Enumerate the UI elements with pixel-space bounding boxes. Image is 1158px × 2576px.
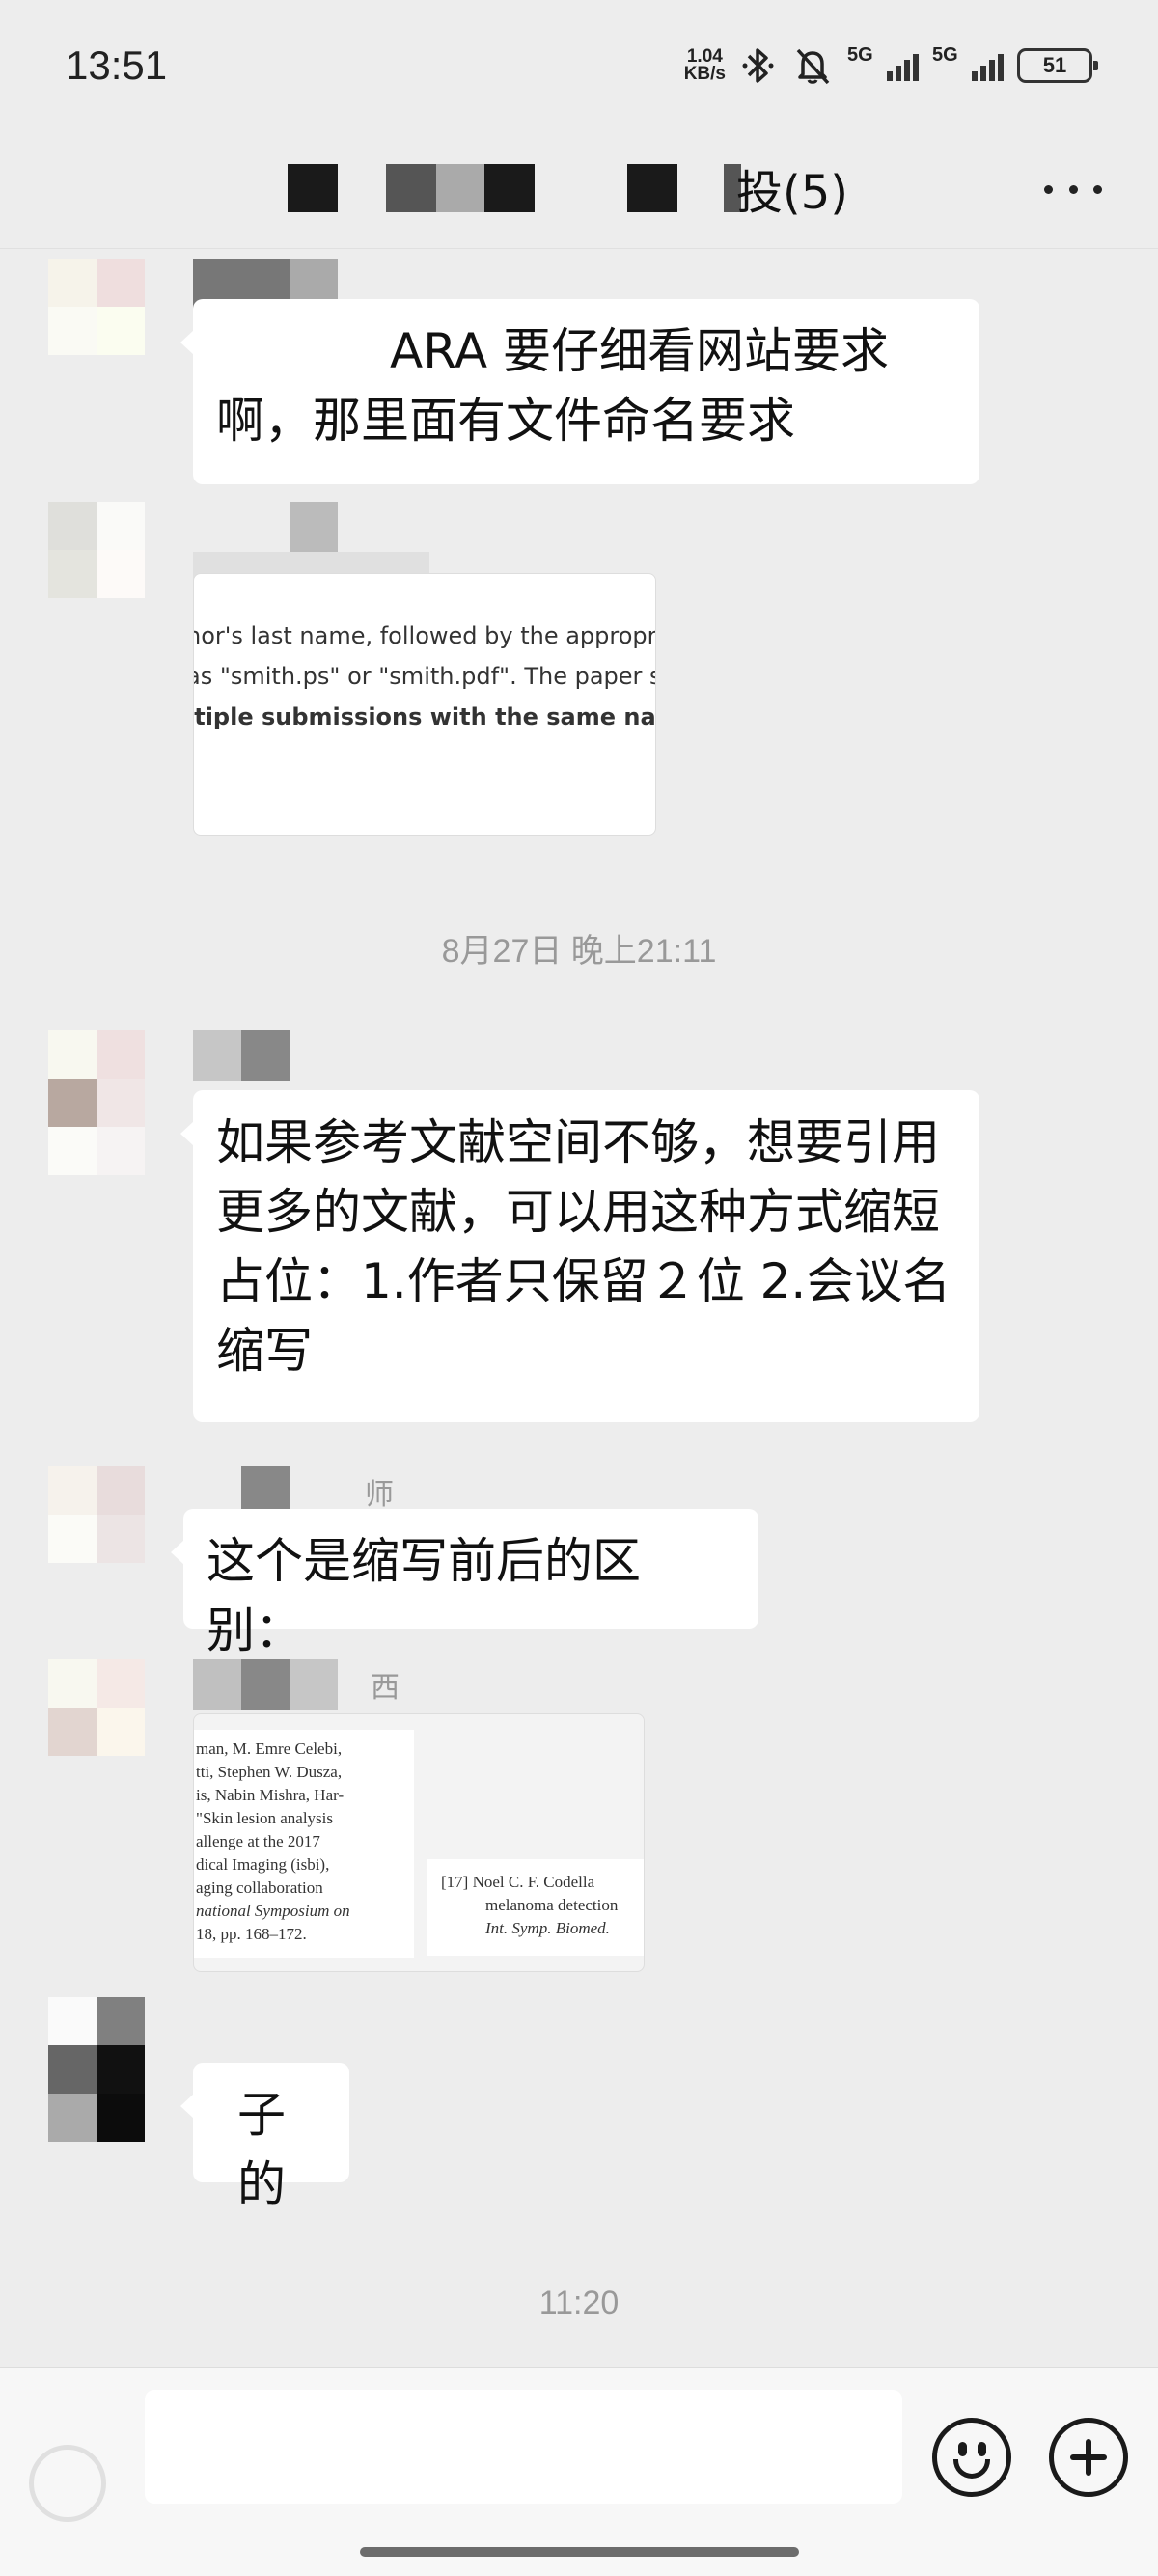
image-text-line: hor's last name, followed by the appropr — [193, 622, 656, 649]
message-text-line: 如果参考文献空间不够，想要引用 — [216, 1114, 940, 1170]
image-text-line: ltiple submissions with the same name — [193, 703, 656, 730]
battery-icon: 51 — [1017, 48, 1098, 83]
more-dots-icon — [1044, 184, 1053, 194]
status-bar: 13:51 1.04 KB/s 5G 5G 51 — [0, 0, 1158, 135]
avatar[interactable] — [48, 1997, 145, 2142]
message-bubble[interactable]: ARA 要仔细看网站要求 啊，那里面有文件命名要求 — [180, 299, 979, 484]
avatar[interactable] — [48, 1659, 145, 1756]
sender-name-suffix: 西 — [371, 1671, 400, 1705]
avatar[interactable] — [48, 1030, 145, 1175]
message-bubble[interactable]: 如果参考文献空间不够，想要引用 更多的文献，可以用这种方式缩短 占位：1.作者只… — [180, 1090, 979, 1422]
image-message-reference-comparison[interactable]: man, M. Emre Celebi, tti, Stephen W. Dus… — [193, 1713, 645, 1972]
sender-name-suffix: 师 — [365, 1478, 394, 1512]
status-time: 13:51 — [66, 42, 168, 88]
reference-before: man, M. Emre Celebi, tti, Stephen W. Dus… — [194, 1730, 414, 1958]
message-text-line: 这个是缩写前后的区别： — [207, 1533, 641, 1658]
sim1-label: 5G — [847, 44, 873, 66]
sender-name — [193, 502, 338, 552]
mute-bell-icon — [791, 44, 834, 87]
message-bubble[interactable]: 子的 — [180, 2063, 349, 2212]
image-message-paper-naming[interactable]: hor's last name, followed by the appropr… — [193, 573, 656, 836]
message-text-line: 啊，那里面有文件命名要求 — [216, 393, 795, 449]
sim2-label: 5G — [932, 44, 958, 66]
time-divider: 11:20 — [538, 2285, 620, 2321]
sender-name — [193, 1030, 290, 1081]
message-input[interactable] — [145, 2390, 902, 2504]
network-speed-unit: KB/s — [683, 64, 726, 84]
reference-after: [17] Noel C. F. Codella melanoma detecti… — [427, 1859, 644, 1956]
more-options-button[interactable] — [1044, 170, 1102, 208]
sender-name: 西 — [193, 1659, 400, 1710]
network-speed: 1.04 KB/s — [683, 47, 726, 84]
status-icons: 1.04 KB/s 5G 5G 51 — [683, 42, 1098, 89]
home-indicator[interactable] — [360, 2547, 799, 2557]
plus-icon[interactable] — [1049, 2418, 1128, 2497]
message-text-line: 更多的文献，可以用这种方式缩短 — [216, 1184, 940, 1240]
signal-sim1-icon: 5G — [847, 44, 919, 87]
chat-title: 投(5) — [736, 166, 848, 220]
bluetooth-icon — [739, 44, 778, 87]
battery-level: 51 — [1042, 53, 1067, 77]
message-bubble[interactable]: 这个是缩写前后的区别： — [171, 1509, 758, 1658]
chat-header: 投(5) — [0, 135, 1158, 249]
avatar[interactable] — [48, 1466, 145, 1563]
message-text-line: 子的 — [237, 2087, 286, 2212]
signal-sim2-icon: 5G — [932, 44, 1004, 87]
image-text-line: as "smith.ps" or "smith.pdf". The paper … — [193, 663, 656, 690]
input-bar — [0, 2367, 1158, 2576]
message-list[interactable]: ARA 要仔细看网站要求 啊，那里面有文件命名要求 hor's last nam… — [0, 249, 1158, 2367]
avatar[interactable] — [48, 502, 145, 598]
message-text-line: ARA 要仔细看网站要求 — [390, 323, 890, 379]
redacted-group-name — [288, 164, 751, 222]
time-divider: 8月27日 晚上21:11 — [441, 933, 717, 970]
avatar[interactable] — [48, 259, 145, 355]
message-text-line: 占位：1.作者只保留２位 2.会议名 — [216, 1253, 951, 1309]
message-text-line: 缩写 — [216, 1323, 313, 1379]
voice-icon[interactable] — [29, 2445, 106, 2522]
emoji-icon[interactable] — [932, 2418, 1011, 2497]
